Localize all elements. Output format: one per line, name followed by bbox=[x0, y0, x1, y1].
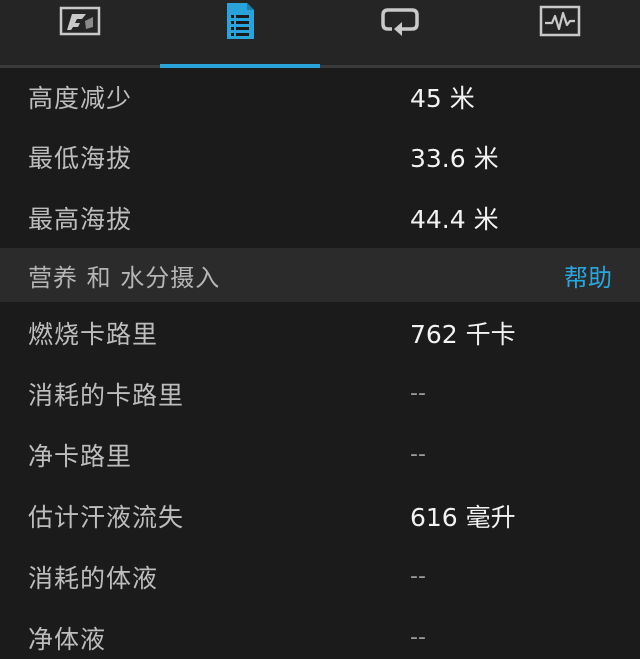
stat-label: 最高海拔 bbox=[28, 204, 133, 234]
stat-row-max-elevation: 最高海拔 44.4 米 bbox=[0, 187, 640, 248]
stat-value: -- bbox=[410, 442, 426, 467]
activity-details-screen: 高度减少 45 米 最低海拔 33.6 米 最高海拔 44.4 米 营养 和 水… bbox=[0, 0, 640, 659]
stat-label: 估计汗液流失 bbox=[28, 502, 185, 532]
tab-bar bbox=[0, 0, 640, 68]
stat-value: 44.4 米 bbox=[410, 204, 499, 234]
stat-row-net-calories: 净卡路里 -- bbox=[0, 424, 640, 485]
tab-laps[interactable] bbox=[320, 0, 480, 68]
stat-row-net-fluid: 净体液 -- bbox=[0, 607, 640, 659]
stat-value: -- bbox=[410, 625, 426, 650]
details-list: 高度减少 45 米 最低海拔 33.6 米 最高海拔 44.4 米 营养 和 水… bbox=[0, 68, 640, 659]
nutrition-section-header: 营养 和 水分摄入 帮助 bbox=[0, 248, 640, 302]
stat-label: 净卡路里 bbox=[28, 441, 133, 471]
tab-map[interactable] bbox=[0, 0, 160, 68]
stat-label: 消耗的体液 bbox=[28, 563, 159, 593]
stat-value: -- bbox=[410, 564, 426, 589]
stat-value: 45 米 bbox=[410, 84, 475, 113]
tab-charts[interactable] bbox=[480, 0, 640, 68]
stat-row-sweat-loss: 估计汗液流失 616 毫升 bbox=[0, 485, 640, 546]
stat-value: 33.6 米 bbox=[410, 143, 499, 173]
stat-value: -- bbox=[410, 381, 426, 406]
stat-label: 消耗的卡路里 bbox=[28, 380, 185, 410]
activity-chart-icon bbox=[539, 3, 581, 39]
stat-label: 最低海拔 bbox=[28, 143, 133, 173]
tab-details[interactable] bbox=[160, 0, 320, 68]
stat-row-min-elevation: 最低海拔 33.6 米 bbox=[0, 126, 640, 187]
stat-row-fluid-consumed: 消耗的体液 -- bbox=[0, 546, 640, 607]
stat-value: 616 毫升 bbox=[410, 502, 516, 532]
stat-row-elevation-loss: 高度减少 45 米 bbox=[0, 68, 640, 126]
map-icon bbox=[59, 3, 101, 39]
stat-label: 净体液 bbox=[28, 624, 107, 654]
stat-row-calories-burned: 燃烧卡路里 762 千卡 bbox=[0, 302, 640, 363]
stat-value: 762 千卡 bbox=[410, 319, 516, 349]
stat-row-calories-consumed: 消耗的卡路里 -- bbox=[0, 363, 640, 424]
help-link[interactable]: 帮助 bbox=[564, 258, 612, 293]
loop-icon bbox=[379, 3, 421, 39]
section-title: 营养 和 水分摄入 bbox=[28, 263, 221, 292]
stat-label: 燃烧卡路里 bbox=[28, 319, 159, 349]
stat-label: 高度减少 bbox=[28, 84, 133, 113]
list-document-icon bbox=[219, 3, 261, 39]
